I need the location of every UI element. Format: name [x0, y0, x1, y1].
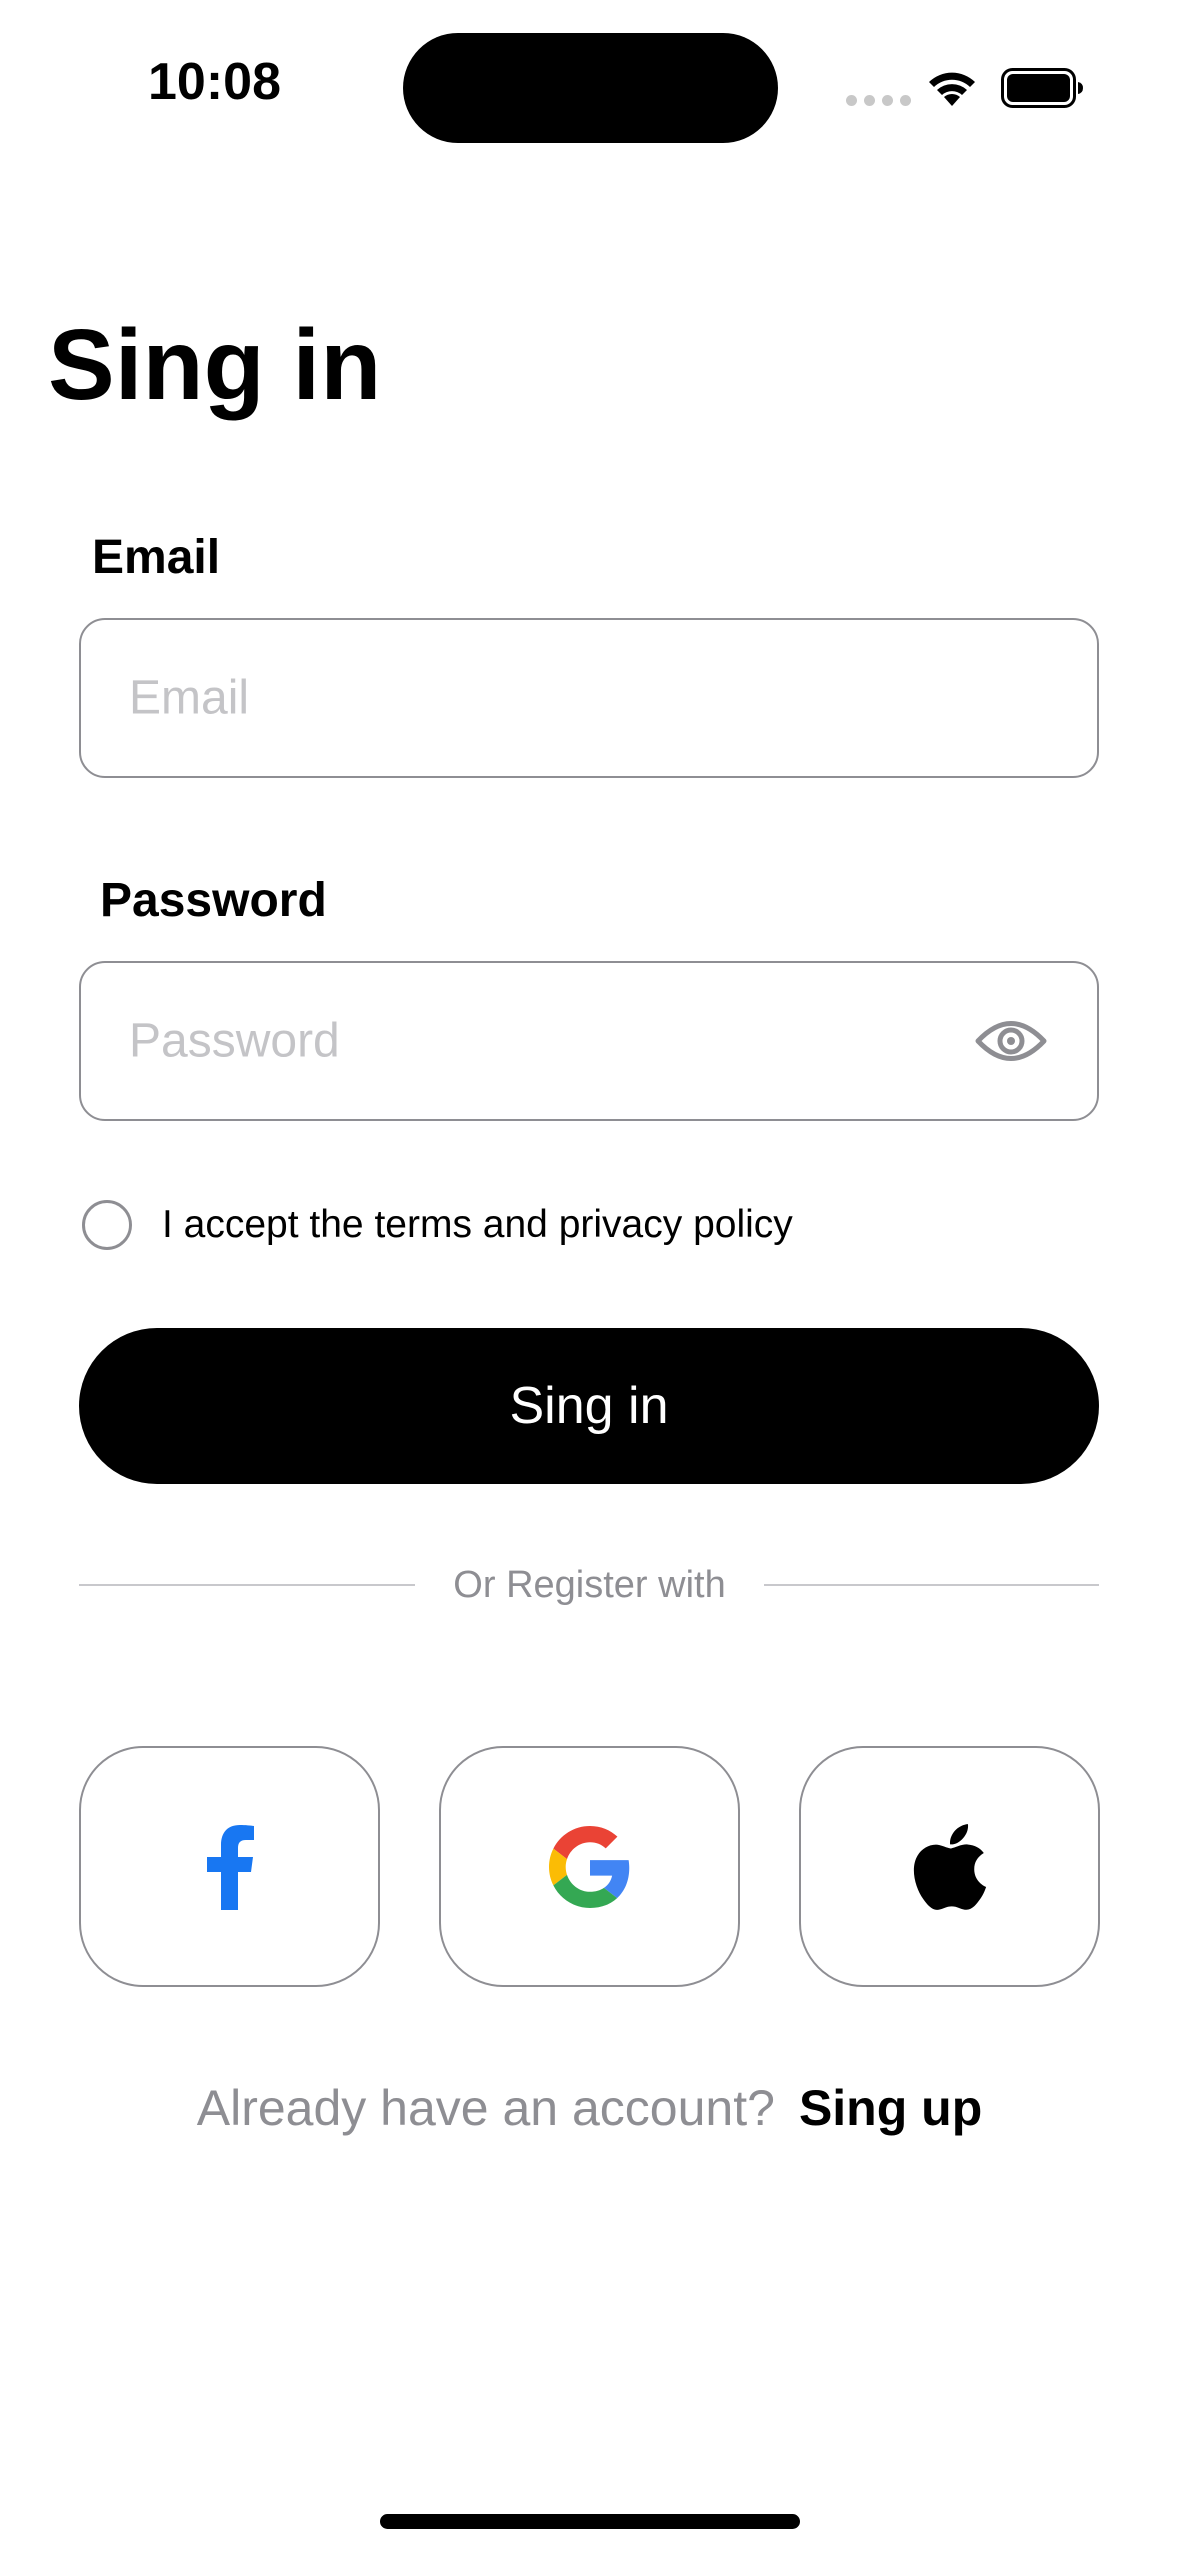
password-field[interactable]: Password [79, 961, 1099, 1121]
footer-signup-prompt: Already have an account? Sing up [0, 2076, 1179, 2140]
wifi-icon [929, 72, 975, 106]
password-placeholder: Password [129, 1014, 340, 1068]
status-time: 10:08 [148, 53, 281, 111]
facebook-icon [206, 1824, 254, 1910]
dynamic-island [403, 33, 778, 143]
sign-in-button-label: Sing in [509, 1377, 669, 1435]
email-placeholder: Email [129, 671, 250, 725]
home-indicator[interactable] [380, 2514, 800, 2529]
terms-checkbox[interactable] [82, 1200, 132, 1250]
apple-icon [913, 1823, 986, 1910]
sign-up-link[interactable]: Sing up [799, 2080, 982, 2136]
divider-text: Or Register with [453, 1564, 726, 1606]
facebook-login-button[interactable] [79, 1746, 380, 1987]
page-title: Sing in [48, 309, 382, 421]
eye-icon[interactable] [975, 1018, 1047, 1064]
sign-in-button[interactable]: Sing in [79, 1328, 1099, 1484]
email-field[interactable]: Email [79, 618, 1099, 778]
cellular-signal-icon [846, 95, 911, 106]
google-icon [548, 1825, 629, 1908]
terms-label[interactable]: I accept the terms and privacy policy [162, 1200, 793, 1250]
email-label: Email [92, 531, 221, 584]
divider-line-left [79, 1584, 415, 1586]
password-label: Password [100, 874, 327, 927]
divider-line-right [764, 1584, 1099, 1586]
battery-icon [1001, 68, 1083, 108]
footer-question: Already have an account? [196, 2080, 775, 2136]
google-login-button[interactable] [439, 1746, 740, 1987]
apple-login-button[interactable] [799, 1746, 1100, 1987]
